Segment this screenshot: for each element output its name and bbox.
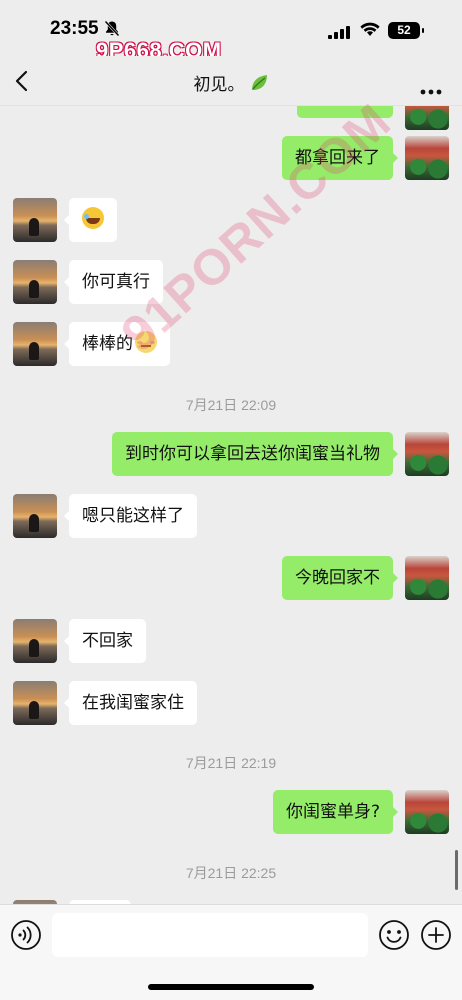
- wifi-icon: [360, 22, 380, 41]
- blushing-emoji-icon: [135, 331, 157, 353]
- chat-messages[interactable]: 都拿回来了 你可真行 棒棒的 7月21日 22:09 到时你可以拿回去送你闺蜜当…: [0, 106, 462, 904]
- battery-icon: 52: [388, 22, 424, 39]
- emoji-icon[interactable]: [378, 919, 410, 955]
- avatar-peer[interactable]: [13, 198, 57, 242]
- message-bubble-self[interactable]: 今晚回家不: [282, 556, 398, 600]
- plus-icon[interactable]: [420, 919, 452, 955]
- message-bubble-self[interactable]: 都拿回来了: [282, 136, 398, 180]
- home-indicator[interactable]: [148, 984, 314, 990]
- laughing-emoji-icon: [82, 207, 104, 229]
- status-bar: 23:55 9P668.COM 52: [0, 0, 462, 63]
- avatar-self[interactable]: [405, 106, 449, 130]
- message-text: 棒棒的: [82, 334, 133, 354]
- message-bubble-peer[interactable]: 不回家: [64, 619, 146, 663]
- avatar-peer[interactable]: [13, 494, 57, 538]
- avatar-peer[interactable]: [13, 619, 57, 663]
- more-dots-icon[interactable]: [420, 80, 442, 99]
- chat-title-text: 初见。: [193, 75, 245, 95]
- message-bubble-peer[interactable]: 你可真行: [64, 260, 163, 304]
- chat-title[interactable]: 初见。: [0, 70, 462, 98]
- message-bubble-partial[interactable]: [297, 106, 393, 118]
- scrollbar[interactable]: [455, 850, 458, 890]
- avatar-self[interactable]: [405, 790, 449, 834]
- message-bubble-peer[interactable]: 嗯只能这样了: [64, 494, 197, 538]
- avatar-peer[interactable]: [13, 681, 57, 725]
- message-bubble-peer[interactable]: [64, 198, 117, 242]
- avatar-self[interactable]: [405, 556, 449, 600]
- timestamp: 7月21日 22:25: [185, 865, 277, 881]
- avatar-peer[interactable]: [13, 260, 57, 304]
- status-time: 23:55: [50, 18, 99, 39]
- signal-icon: [328, 24, 350, 43]
- voice-icon[interactable]: [10, 919, 42, 955]
- timestamp: 7月21日 22:09: [185, 397, 277, 413]
- message-bubble-peer[interactable]: 在我闺蜜家住: [64, 681, 197, 725]
- message-bubble-self[interactable]: 到时你可以拿回去送你闺蜜当礼物: [112, 432, 398, 476]
- chat-header: 初见。: [0, 56, 462, 106]
- avatar-self[interactable]: [405, 432, 449, 476]
- leaf-icon: [249, 73, 269, 98]
- message-bubble-self[interactable]: 你闺蜜单身?: [272, 790, 399, 834]
- message-bubble-peer[interactable]: 棒棒的: [64, 322, 170, 366]
- avatar-peer[interactable]: [13, 322, 57, 366]
- message-input[interactable]: [52, 913, 368, 957]
- avatar-self[interactable]: [405, 136, 449, 180]
- timestamp: 7月21日 22:19: [185, 755, 277, 771]
